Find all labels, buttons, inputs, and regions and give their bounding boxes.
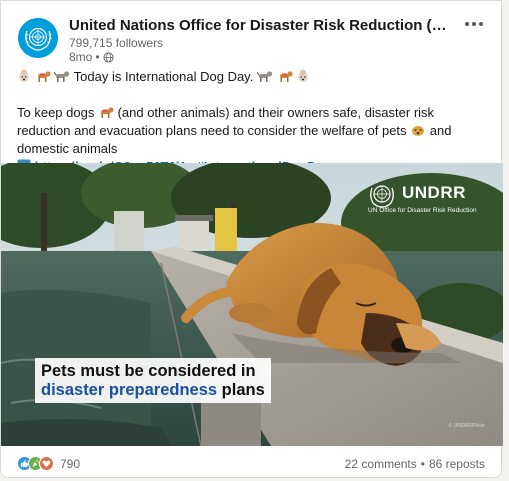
comments-count[interactable]: 22 comments [345,457,417,471]
counts-separator: • [420,457,425,471]
dog-emoji-icon [412,126,425,136]
post-header: United Nations Office for Disaster Risk … [1,1,501,65]
un-emblem-icon [370,185,394,208]
service-dog-emoji-icon [37,71,51,82]
dog-emoji-icon [256,71,273,82]
caption-line-2: disaster preparedness plans [41,381,265,400]
meta-separator: • [95,50,100,64]
post-line-2: To keep dogs (and other animals) and the… [17,104,491,158]
post-line-1: Today is International Dog Day. [17,68,491,86]
un-emblem-icon[interactable] [18,18,58,58]
reactions-summary[interactable]: 790 [17,456,80,471]
social-footer: 790 22 comments • 86 reposts [1,448,501,478]
logo-subtitle: UN Office for Disaster Risk Reduction [368,207,477,214]
post-text: Today is International Dog Day. To keep … [17,68,491,176]
engagement-counts: 22 comments • 86 reposts [345,457,485,471]
reaction-count: 790 [60,456,81,471]
undrr-logo: UNDRR UN Office for Disaster Risk Reduct… [367,180,497,220]
globe-icon [103,51,114,63]
post-image[interactable]: UNDRR UN Office for Disaster Risk Reduct… [1,163,503,446]
poodle-emoji-icon [19,69,29,82]
caption-rest: plans [217,381,265,399]
post-meta: 8mo • [69,50,114,64]
dog-emoji-icon [54,71,70,82]
service-dog-emoji-icon [100,107,114,118]
post-time: 8mo [69,50,93,64]
caption-highlight: disaster preparedness [41,381,218,399]
photo-credit: © UNDRR/Flickr [448,423,485,429]
author-name[interactable]: United Nations Office for Disaster Risk … [69,17,449,34]
post-line-1-text: Today is International Dog Day. [73,69,257,84]
poodle-emoji-icon [298,69,309,82]
image-caption: Pets must be considered in disaster prep… [35,358,271,403]
logo-text: UNDRR [402,183,466,202]
caption-line-1: Pets must be considered in [41,362,256,380]
follower-count: 799,715 followers [69,36,164,50]
post-body-a: To keep dogs [17,105,98,120]
reposts-count[interactable]: 86 reposts [429,457,485,471]
more-options-icon[interactable] [459,11,489,37]
service-dog-emoji-icon [279,71,293,82]
post-card: United Nations Office for Disaster Risk … [0,0,503,478]
love-reaction-icon [39,456,54,471]
